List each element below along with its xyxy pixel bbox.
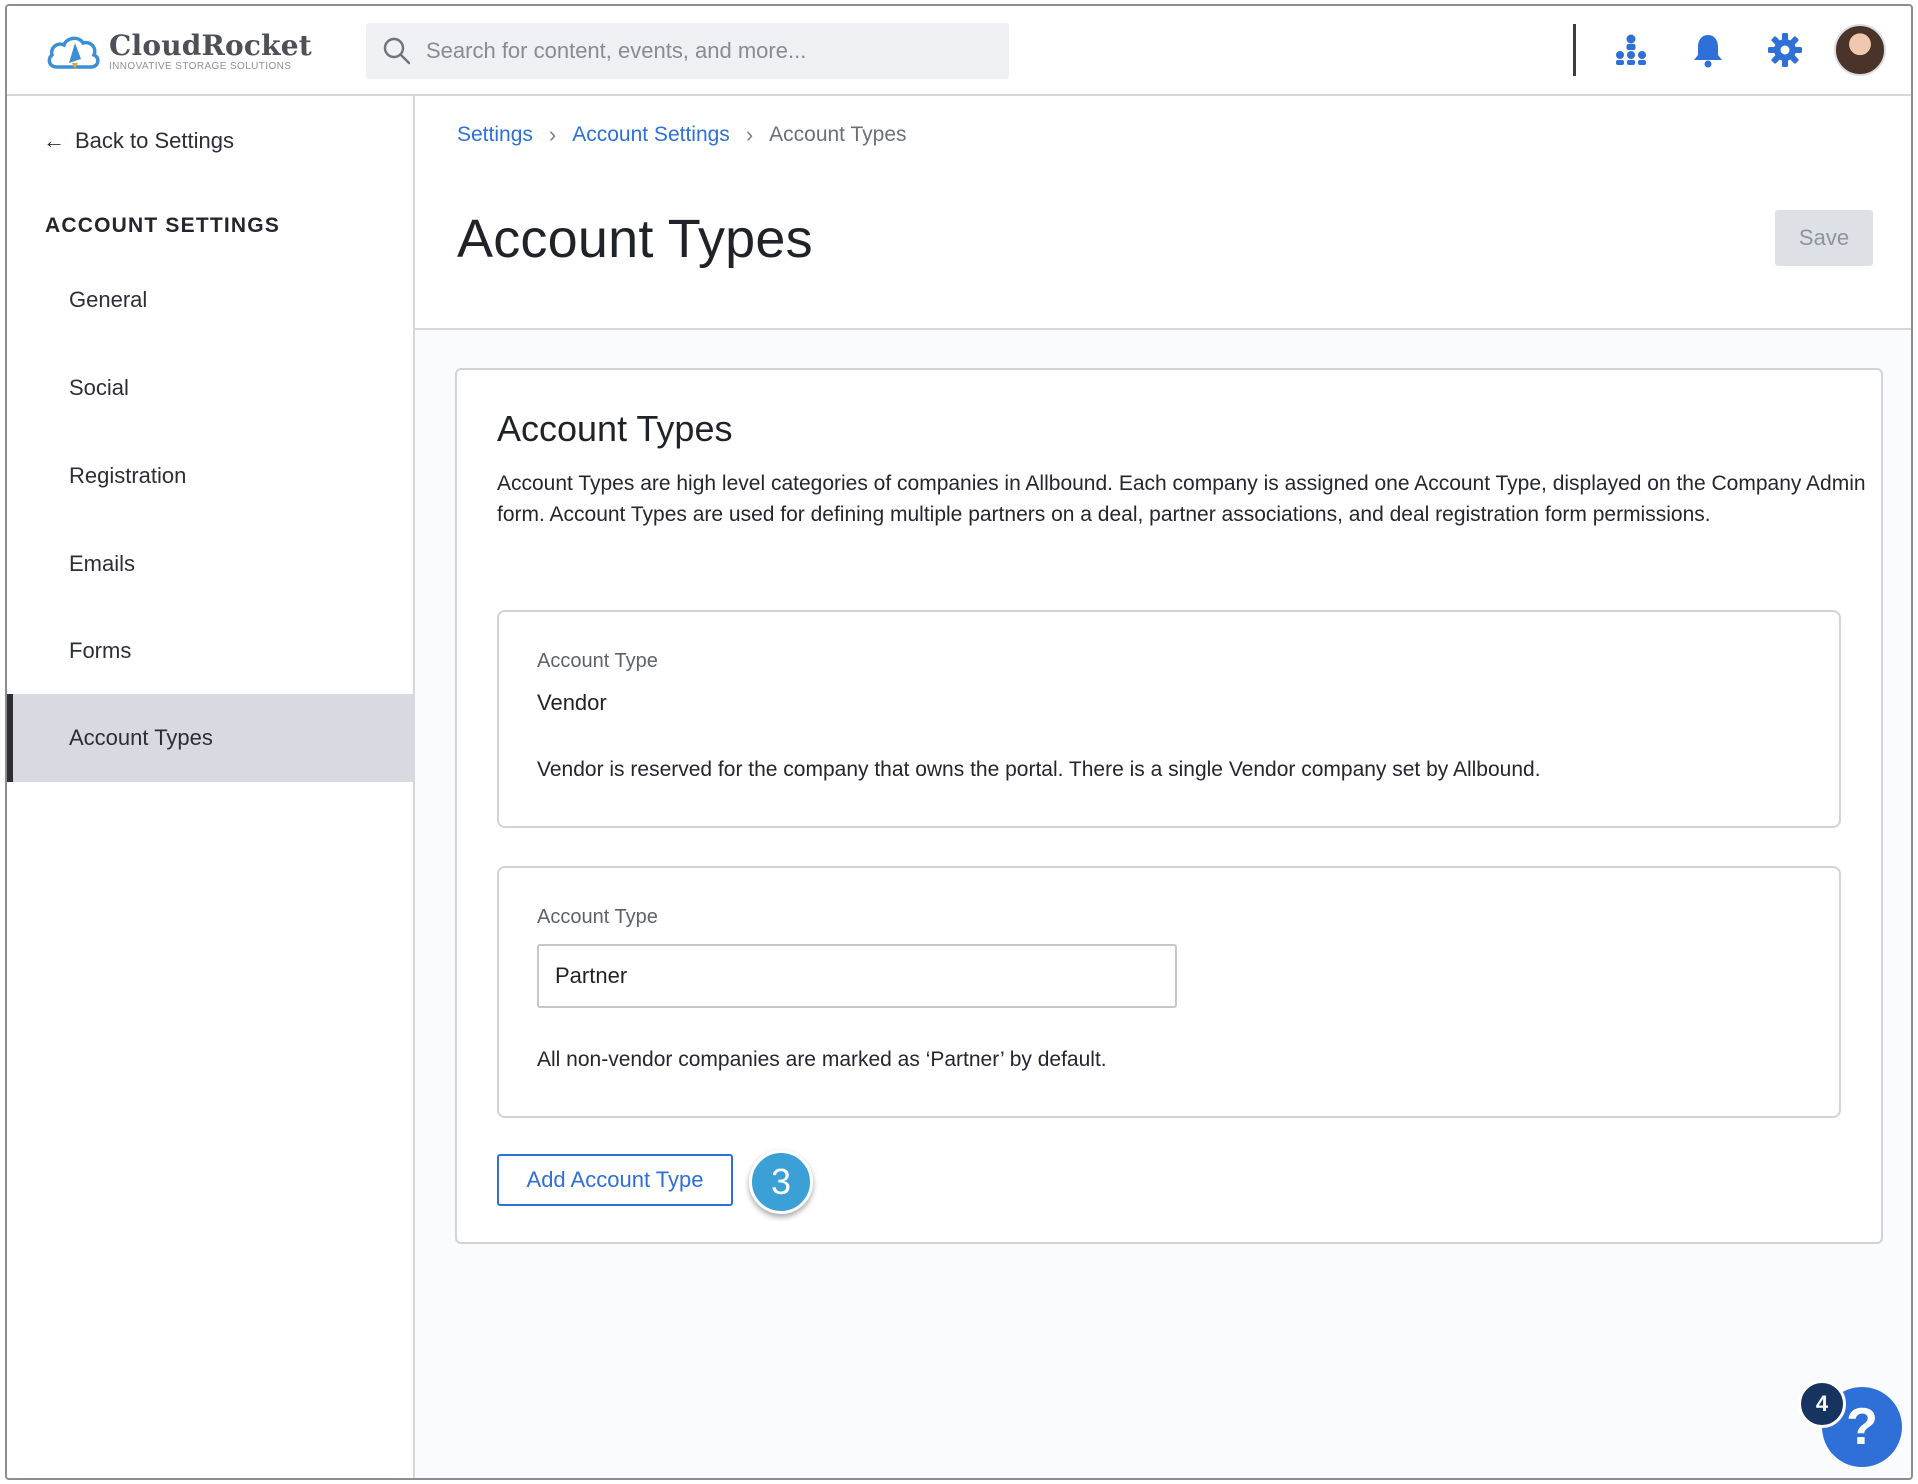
page-header: Settings › Account Settings › Account Ty… <box>415 96 1911 330</box>
sidebar-item-account-types[interactable]: Account Types <box>7 694 413 782</box>
add-account-type-button[interactable]: Add Account Type <box>497 1154 733 1206</box>
partner-account-type-box: Account Type All non-vendor companies ar… <box>497 866 1841 1118</box>
page-title: Account Types <box>457 209 813 269</box>
settings-sidebar: ← Back to Settings ACCOUNT SETTINGS Gene… <box>7 96 415 1478</box>
sidebar-item-label: Emails <box>69 551 136 576</box>
sidebar-heading: ACCOUNT SETTINGS <box>45 214 281 237</box>
question-mark-icon: ? <box>1846 1398 1878 1456</box>
breadcrumb-current: Account Types <box>769 123 907 146</box>
partner-help-text: All non-vendor companies are marked as ‘… <box>537 1048 1107 1071</box>
help-count-badge: 4 <box>1798 1380 1846 1428</box>
search-icon <box>383 37 411 65</box>
breadcrumb-account-settings[interactable]: Account Settings <box>572 123 730 147</box>
top-bar: CloudRocket INNOVATIVE STORAGE SOLUTIONS <box>7 6 1911 96</box>
save-button[interactable]: Save <box>1775 210 1873 266</box>
gear-icon <box>1768 33 1802 67</box>
sidebar-item-label: Forms <box>69 638 132 663</box>
partner-account-type-input[interactable] <box>537 944 1177 1008</box>
settings-button[interactable] <box>1765 30 1805 70</box>
app-window: CloudRocket INNOVATIVE STORAGE SOLUTIONS <box>5 4 1913 1480</box>
sidebar-item-registration[interactable]: Registration <box>7 432 413 520</box>
chevron-right-icon: › <box>548 122 557 147</box>
card-description: Account Types are high level categories … <box>497 472 1866 526</box>
sidebar-item-emails[interactable]: Emails <box>7 520 413 608</box>
step-badge: 3 <box>749 1150 813 1214</box>
sidebar-item-label: Account Types <box>69 725 213 750</box>
sidebar-item-label: Registration <box>69 463 187 488</box>
brand-name: CloudRocket <box>109 29 312 62</box>
brand-logo[interactable]: CloudRocket INNOVATIVE STORAGE SOLUTIONS <box>45 28 312 76</box>
search-bar <box>366 23 1009 79</box>
vendor-field-label: Account Type <box>537 650 658 672</box>
notifications-button[interactable] <box>1688 30 1728 70</box>
back-to-settings-link[interactable]: ← Back to Settings <box>43 128 234 154</box>
org-chart-button[interactable] <box>1611 30 1651 70</box>
bell-icon <box>1694 35 1722 68</box>
breadcrumb: Settings › Account Settings › Account Ty… <box>457 122 907 148</box>
partner-field-label: Account Type <box>537 906 658 928</box>
user-avatar[interactable] <box>1834 24 1886 76</box>
chevron-right-icon: › <box>745 122 754 147</box>
vendor-account-type-box: Account Type Vendor Vendor is reserved f… <box>497 610 1841 828</box>
sidebar-item-label: Social <box>69 375 129 400</box>
account-types-card: Account Types Account Types are high lev… <box>455 368 1883 1244</box>
sidebar-item-forms[interactable]: Forms <box>7 607 413 695</box>
sidebar-item-general[interactable]: General <box>7 256 413 344</box>
back-link-label: Back to Settings <box>75 128 234 153</box>
arrow-left-icon: ← <box>43 128 65 153</box>
vendor-help-text: Vendor is reserved for the company that … <box>537 758 1541 781</box>
sidebar-item-social[interactable]: Social <box>7 344 413 432</box>
cloud-rocket-logo-icon <box>47 36 100 69</box>
search-input[interactable] <box>426 38 986 64</box>
topbar-divider <box>1573 24 1576 76</box>
breadcrumb-settings[interactable]: Settings <box>457 123 533 147</box>
brand-tagline: INNOVATIVE STORAGE SOLUTIONS <box>109 61 292 72</box>
card-title: Account Types <box>497 408 733 449</box>
sidebar-item-label: General <box>69 287 148 312</box>
org-chart-icon <box>1616 34 1646 65</box>
vendor-field-value: Vendor <box>537 690 607 715</box>
